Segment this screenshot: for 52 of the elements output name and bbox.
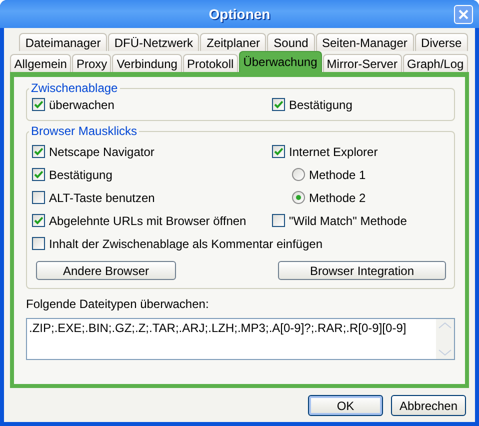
radio-button[interactable] [292,191,305,204]
checkbox-label: ALT-Taste benutzen [49,190,155,204]
checkbox-label: Bestätigung [49,168,112,182]
close-icon [458,9,469,20]
checkbox[interactable] [32,191,45,204]
checkbox-label: Internet Explorer [289,144,378,158]
close-button[interactable] [454,5,473,24]
field-label: Folgende Dateitypen überwachen: [26,297,210,311]
tab[interactable]: Graph/Log [402,54,468,72]
tab[interactable]: Protokoll [182,54,238,72]
dialog-button[interactable]: OK [308,395,383,416]
checkbox[interactable] [272,145,285,158]
dialog-button[interactable]: Abbrechen [391,395,466,416]
browser-button[interactable]: Browser Integration [278,261,446,280]
check-icon [34,100,43,109]
checkbox-label: Inhalt der Zwischenablage als Kommentar einfügen [49,236,322,250]
radio-label: Methode 1 [309,168,366,182]
checkbox-label: überwachen [49,98,114,112]
check-icon [274,100,283,109]
radio-label: Methode 2 [309,190,366,204]
checkbox[interactable] [32,168,45,181]
check-icon [274,147,283,156]
checkbox[interactable] [32,145,45,158]
group-title: Browser Mausklicks [30,124,138,138]
tab[interactable]: DFÜ-Netzwerk [108,33,200,51]
tab[interactable]: Allgemein [10,54,72,72]
checkbox-label: Bestätigung [289,98,352,112]
check-icon [34,170,43,179]
tab[interactable]: Dateimanager [19,33,108,51]
radio-button[interactable] [292,168,305,181]
tab[interactable]: Seiten-Manager [316,33,414,51]
tab[interactable]: Überwachung [238,51,322,72]
tab[interactable]: Proxy [72,54,112,72]
tab[interactable]: Mirror-Server [322,54,402,72]
checkbox[interactable] [32,98,45,111]
checkbox[interactable] [32,214,45,227]
group-title: Zwischenablage [30,81,119,95]
filetypes-field[interactable]: .ZIP;.EXE;.BIN;.GZ;.Z;.TAR;.ARJ;.LZH;.MP3;.A[0-9]?;.RAR;.R[0-9][0-9] [26,318,455,360]
tab[interactable]: Verbindung [112,54,182,72]
tab[interactable]: Diverse [414,33,468,51]
check-icon [34,216,43,225]
checkbox[interactable] [32,237,45,250]
checkbox-label: Abgelehnte URLs mit Browser öffnen [49,214,246,228]
tab[interactable]: Sound [267,33,315,51]
checkbox[interactable] [272,214,285,227]
window-title: Optionen [208,6,270,22]
checkbox-label: Netscape Navigator [49,144,154,158]
tab[interactable]: Zeitplaner [200,33,266,51]
checkbox-label: "Wild Match" Methode [289,214,407,228]
browser-button[interactable]: Andere Browser [36,261,176,280]
checkbox[interactable] [272,98,285,111]
check-icon [34,147,43,156]
